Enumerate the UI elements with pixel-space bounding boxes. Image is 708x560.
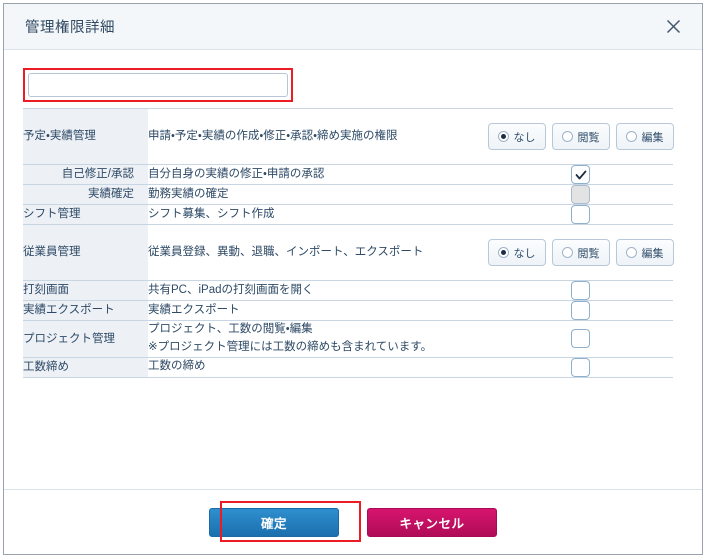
row-description: 工数の締め — [148, 356, 488, 378]
row-description: 従業員登録、異動、退職、インポート、エクスポート — [148, 224, 488, 281]
table-row: プロジェクト管理 プロジェクト、工数の閲覧・編集 ※プロジェクト管理には工数の締… — [23, 320, 673, 358]
row-description-line1: プロジェクト、工数の閲覧・編集 — [148, 323, 313, 335]
dialog-footer: 確定 キャンセル — [4, 489, 702, 554]
checkbox-project-management[interactable] — [571, 329, 590, 349]
permission-detail-dialog: 管理権限詳細 予定・実績管理 申請・予定・実績の作成・修正・承認・締め実施の権限 — [3, 3, 703, 555]
radio-option-none[interactable]: なし — [487, 123, 546, 150]
radio-label: なし — [513, 247, 536, 260]
radio-dot-icon — [497, 131, 509, 142]
close-icon[interactable] — [660, 14, 686, 40]
radio-option-edit[interactable]: 編集 — [615, 123, 674, 150]
radio-label: なし — [513, 131, 536, 144]
table-row: 打刻画面 共有PC、iPadの打刻画面を開く — [23, 280, 673, 301]
row-label: 実績エクスポート — [23, 300, 148, 321]
row-label: 予定・実績管理 — [23, 108, 148, 165]
radio-dot-icon — [625, 247, 637, 258]
confirm-button[interactable]: 確定 — [209, 507, 339, 537]
row-control — [488, 204, 673, 225]
table-row: シフト管理 シフト募集、シフト作成 — [23, 204, 673, 225]
row-control — [488, 320, 673, 358]
cancel-button[interactable]: キャンセル — [367, 507, 497, 537]
table-row: 自己修正/承認 自分自身の実績の修正・申請の承認 — [23, 164, 673, 185]
table-row: 実績エクスポート 実績エクスポート — [23, 300, 673, 321]
row-control — [488, 300, 673, 321]
checkbox-record-finalize — [571, 185, 590, 204]
checkbox-self-correction[interactable] — [571, 165, 590, 184]
row-control — [488, 184, 673, 205]
row-description: シフト募集、シフト作成 — [148, 204, 488, 225]
radio-option-view[interactable]: 閲覧 — [551, 239, 610, 266]
checkbox-record-export[interactable] — [571, 301, 590, 320]
row-control: なし 閲覧 編集 — [487, 108, 674, 165]
row-label: 実績確定 — [23, 184, 148, 205]
row-description: 自分自身の実績の修正・申請の承認 — [148, 164, 488, 185]
radio-dot-icon — [625, 131, 637, 142]
radio-dot-icon — [561, 247, 573, 258]
row-description: 申請・予定・実績の作成・修正・承認・締め実施の権限 — [148, 108, 488, 165]
table-row: 実績確定 勤務実績の確定 — [23, 184, 673, 205]
checkbox-manhour-close[interactable] — [571, 357, 590, 377]
row-label: 打刻画面 — [23, 280, 148, 301]
radio-label: 閲覧 — [577, 247, 600, 260]
radio-group-employee: なし 閲覧 編集 — [487, 239, 674, 266]
row-label: 工数締め — [23, 356, 148, 378]
radio-dot-icon — [497, 247, 509, 258]
row-control — [488, 356, 673, 378]
row-label: プロジェクト管理 — [23, 320, 148, 358]
radio-option-view[interactable]: 閲覧 — [551, 123, 610, 150]
radio-label: 編集 — [641, 247, 664, 260]
radio-dot-icon — [561, 131, 573, 142]
checkbox-shift-management[interactable] — [571, 205, 590, 224]
row-label: 従業員管理 — [23, 224, 148, 281]
radio-group-schedule: なし 閲覧 編集 — [487, 123, 674, 150]
permission-table: 予定・実績管理 申請・予定・実績の作成・修正・承認・締め実施の権限 なし 閲覧 — [23, 108, 674, 378]
dialog-titlebar: 管理権限詳細 — [4, 4, 702, 50]
dialog-title: 管理権限詳細 — [25, 20, 115, 36]
row-description: プロジェクト、工数の閲覧・編集 ※プロジェクト管理には工数の締めも含まれています… — [148, 320, 488, 358]
dialog-body: 予定・実績管理 申請・予定・実績の作成・修正・承認・締め実施の権限 なし 閲覧 — [4, 50, 702, 489]
row-label: シフト管理 — [23, 204, 148, 225]
radio-label: 閲覧 — [577, 131, 600, 144]
row-description: 実績エクスポート — [148, 300, 488, 321]
permission-table-body: 予定・実績管理 申請・予定・実績の作成・修正・承認・締め実施の権限 なし 閲覧 — [23, 108, 674, 378]
row-label: 自己修正/承認 — [23, 164, 148, 185]
row-control: なし 閲覧 編集 — [487, 224, 674, 281]
table-row: 工数締め 工数の締め — [23, 356, 673, 378]
radio-option-none[interactable]: なし — [487, 239, 546, 266]
table-row: 従業員管理 従業員登録、異動、退職、インポート、エクスポート なし 閲覧 編集 — [23, 224, 674, 281]
checkbox-timeclock-screen[interactable] — [571, 281, 590, 300]
radio-label: 編集 — [641, 131, 664, 144]
table-row: 予定・実績管理 申請・予定・実績の作成・修正・承認・締め実施の権限 なし 閲覧 — [23, 108, 674, 165]
role-name-input[interactable] — [28, 73, 288, 97]
row-description: 勤務実績の確定 — [148, 184, 488, 205]
row-control — [488, 164, 673, 185]
row-description: 共有PC、iPadの打刻画面を開く — [148, 280, 488, 301]
row-description-line2: ※プロジェクト管理には工数の締めも含まれています。 — [148, 340, 433, 353]
radio-option-edit[interactable]: 編集 — [615, 239, 674, 266]
row-control — [488, 280, 673, 301]
role-name-area — [4, 50, 702, 108]
